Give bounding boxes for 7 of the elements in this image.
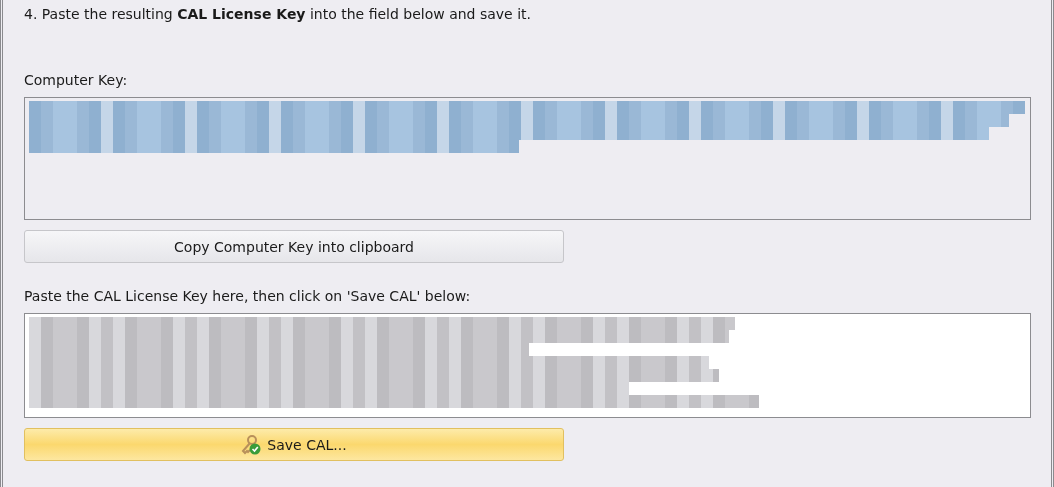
instruction-text: 4. Paste the resulting CAL License Key into the field below and save it. bbox=[24, 5, 531, 24]
computer-key-field[interactable] bbox=[24, 97, 1031, 220]
license-key-field[interactable] bbox=[24, 313, 1031, 418]
field-label: Paste the CAL License Key here, then click on 'Save CAL' below: bbox=[24, 287, 471, 305]
copy-button[interactable]: Copy Computer Key into clipboard bbox=[24, 230, 564, 263]
field-label: Computer Key: bbox=[24, 71, 128, 89]
save-button[interactable]: Save CAL... bbox=[24, 428, 564, 461]
